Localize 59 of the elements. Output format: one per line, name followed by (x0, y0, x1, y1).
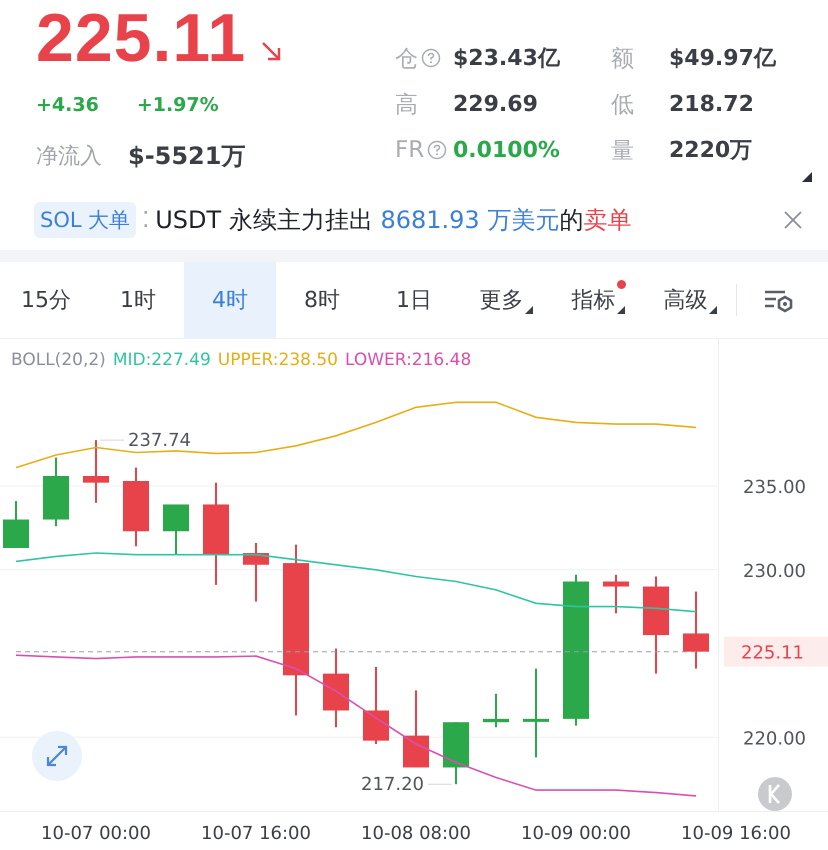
help-icon[interactable] (421, 48, 441, 68)
stat-value: 2220万 (669, 137, 752, 165)
interval-tab[interactable]: 高级 (644, 262, 736, 338)
stat-label: FR (395, 137, 424, 163)
y-axis-label: 230.00 (743, 560, 806, 582)
stat-value: 0.0100% (453, 138, 560, 162)
candlestick (163, 504, 189, 555)
stat-label: 额 (611, 44, 634, 74)
stat-label: 量 (611, 136, 634, 166)
stat-value: 218.72 (669, 92, 754, 116)
ticker-separator: ⁚ (142, 208, 150, 232)
interval-tab[interactable]: 8时 (276, 262, 368, 338)
net-inflow-value: $-5521万 (128, 141, 246, 172)
k-logo-icon[interactable] (758, 777, 792, 811)
x-axis-label: 10-09 00:00 (521, 823, 631, 844)
x-axis-label: 10-07 16:00 (201, 823, 311, 844)
stat-value: $23.43亿 (453, 45, 560, 73)
leader-line (428, 784, 452, 785)
high-price-label: 237.74 (128, 430, 191, 452)
stat-value: 229.69 (453, 92, 538, 116)
y-axis-label: 235.00 (743, 477, 806, 498)
candlestick (443, 722, 469, 784)
interval-tab[interactable]: 15分 (0, 262, 92, 338)
last-price-label: 225.11 (741, 642, 804, 664)
price-change-percent: +1.97% (136, 94, 219, 116)
candlestick (603, 574, 629, 614)
interval-tab[interactable]: 1时 (92, 262, 184, 338)
candlestick (83, 440, 109, 503)
candlestick (483, 694, 509, 728)
candlestick (3, 501, 29, 548)
x-axis-label: 10-08 08:00 (361, 823, 471, 844)
low-price-label: 217.20 (361, 774, 424, 796)
x-axis-label: 10-07 00:00 (41, 823, 151, 844)
interval-tab[interactable]: 4时 (184, 262, 276, 338)
stat-label: 仓 (395, 44, 418, 74)
ticker-tag: SOL 大单 (34, 202, 136, 238)
stat-label: 低 (611, 90, 634, 120)
price-change: +4.36 (36, 94, 99, 116)
candlestick (243, 542, 269, 602)
stat-label: 高 (395, 90, 418, 120)
indicator-legend-text: MID:227.49 (112, 350, 211, 370)
y-axis-label: 220.00 (743, 728, 806, 750)
interval-tab[interactable]: 1日 (368, 262, 460, 338)
interval-tab[interactable]: 更多 (460, 262, 552, 338)
candlestick (43, 458, 69, 526)
x-axis-label: 10-09 16:00 (681, 823, 791, 844)
close-icon[interactable] (782, 209, 804, 231)
help-icon[interactable] (427, 140, 448, 160)
corner-triangle-icon[interactable] (802, 172, 812, 182)
indicator-legend-text: LOWER:216.48 (344, 350, 472, 370)
interval-tab[interactable]: 指标 (552, 262, 644, 338)
stat-value: $49.97亿 (669, 45, 776, 73)
expand-icon[interactable] (32, 731, 82, 781)
indicator-legend-text: BOLL(20,2) (11, 350, 106, 370)
leader-line (100, 440, 124, 441)
net-inflow-label: 净流入 (36, 143, 102, 171)
indicator-legend-text: UPPER:238.50 (218, 350, 338, 370)
last-price: 225.11 (36, 0, 246, 76)
ticker-message: USDT 永续主力挂出 8681.93 万美元的卖单 (155, 205, 632, 236)
